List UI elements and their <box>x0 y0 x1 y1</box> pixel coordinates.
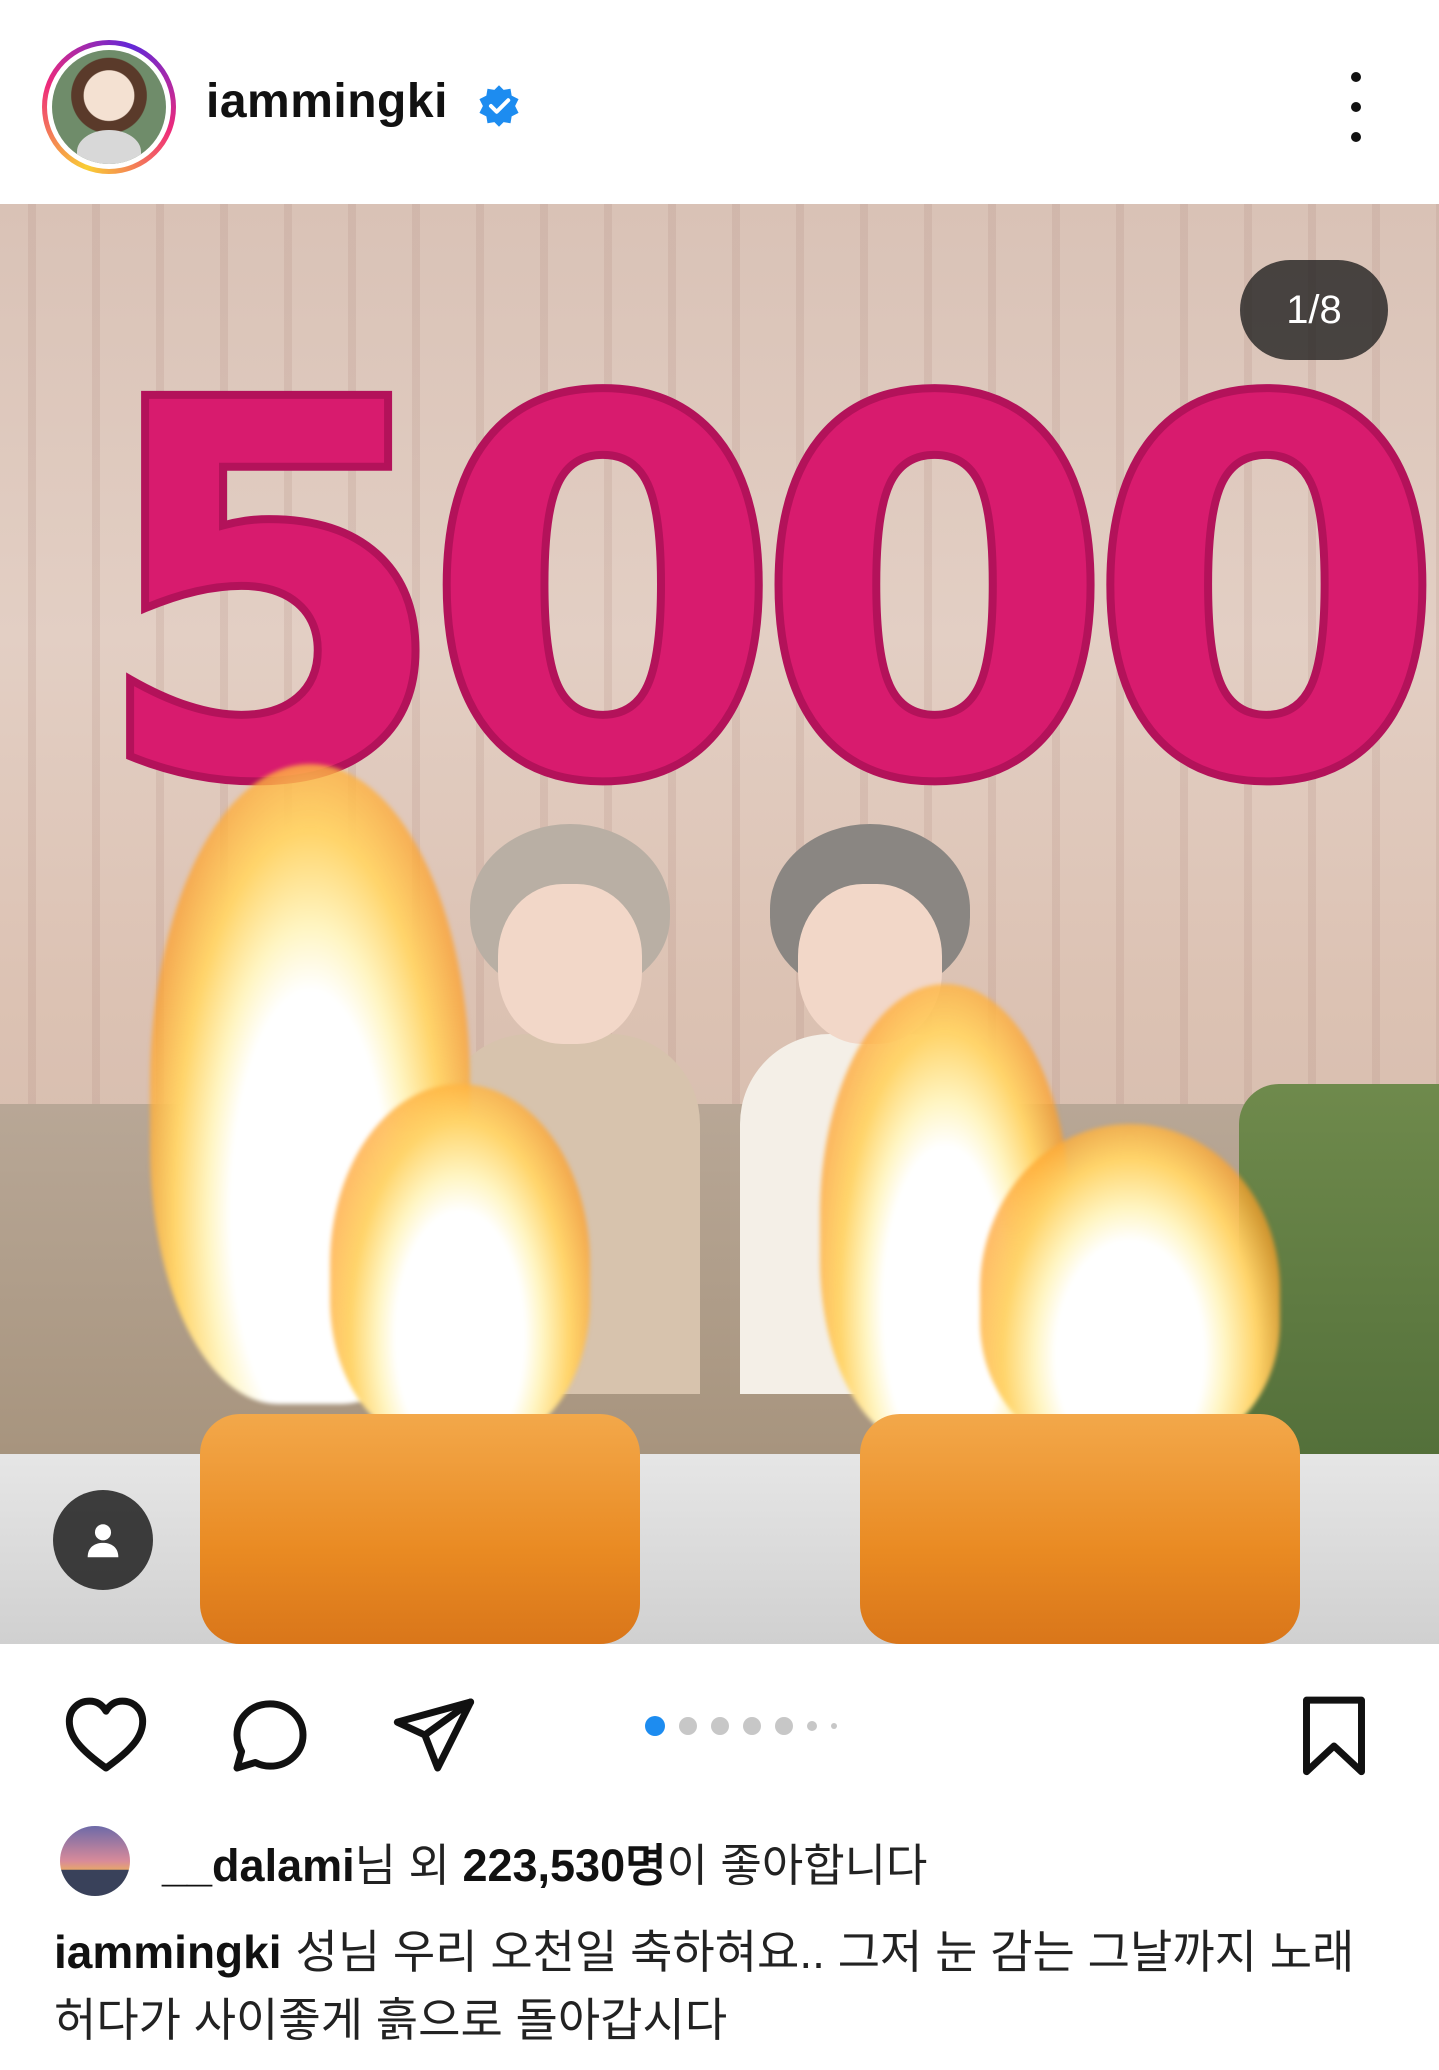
image-counter-badge: 1/8 <box>1240 260 1388 360</box>
candle-flame <box>980 1124 1280 1454</box>
post-header: iammingki <box>0 0 1439 204</box>
person-face <box>498 884 642 1044</box>
post-username[interactable]: iammingki <box>206 74 448 129</box>
heart-icon[interactable] <box>62 1691 150 1779</box>
cake-right <box>860 1414 1300 1644</box>
post-caption: iammingki 성님 우리 오천일 축하혀요.. 그저 눈 감는 그날까지 노… <box>54 1918 1394 2054</box>
likes-text: __dalami님 외 223,530명이 좋아합니다 <box>162 1829 927 1894</box>
carousel-dot <box>743 1717 761 1735</box>
likes-count[interactable]: 223,530명 <box>462 1840 666 1891</box>
person-tag-icon[interactable] <box>53 1490 153 1590</box>
verified-badge-icon <box>479 85 519 127</box>
avatar-frame <box>47 45 171 169</box>
likes-suffix-1: 님 외 <box>354 1839 463 1891</box>
more-options-icon[interactable] <box>1336 72 1376 142</box>
avatar-image <box>52 50 166 164</box>
carousel-indicator <box>645 1716 837 1736</box>
post-image[interactable]: 5000 1/8 <box>0 204 1439 1644</box>
comment-icon[interactable] <box>226 1691 314 1779</box>
carousel-dot <box>831 1723 837 1729</box>
carousel-dot <box>711 1717 729 1735</box>
person-icon <box>87 1524 119 1558</box>
cake-left <box>200 1414 640 1644</box>
carousel-dot <box>679 1717 697 1735</box>
more-dot <box>1351 132 1361 142</box>
liker-avatar <box>60 1826 130 1896</box>
caption-username[interactable]: iammingki <box>54 1926 282 1978</box>
carousel-dot-active <box>645 1716 665 1736</box>
bookmark-icon[interactable] <box>1290 1691 1378 1779</box>
profile-avatar[interactable] <box>42 40 176 174</box>
carousel-dot <box>807 1721 817 1731</box>
more-dot <box>1351 72 1361 82</box>
send-icon[interactable] <box>390 1691 478 1779</box>
carousel-dot <box>775 1717 793 1735</box>
liker-username[interactable]: __dalami <box>162 1840 355 1891</box>
likes-suffix-2: 이 좋아합니다 <box>666 1839 928 1891</box>
likes-summary[interactable]: __dalami님 외 223,530명이 좋아합니다 <box>60 1826 927 1896</box>
more-dot <box>1351 102 1361 112</box>
candle-flame <box>330 1084 590 1444</box>
